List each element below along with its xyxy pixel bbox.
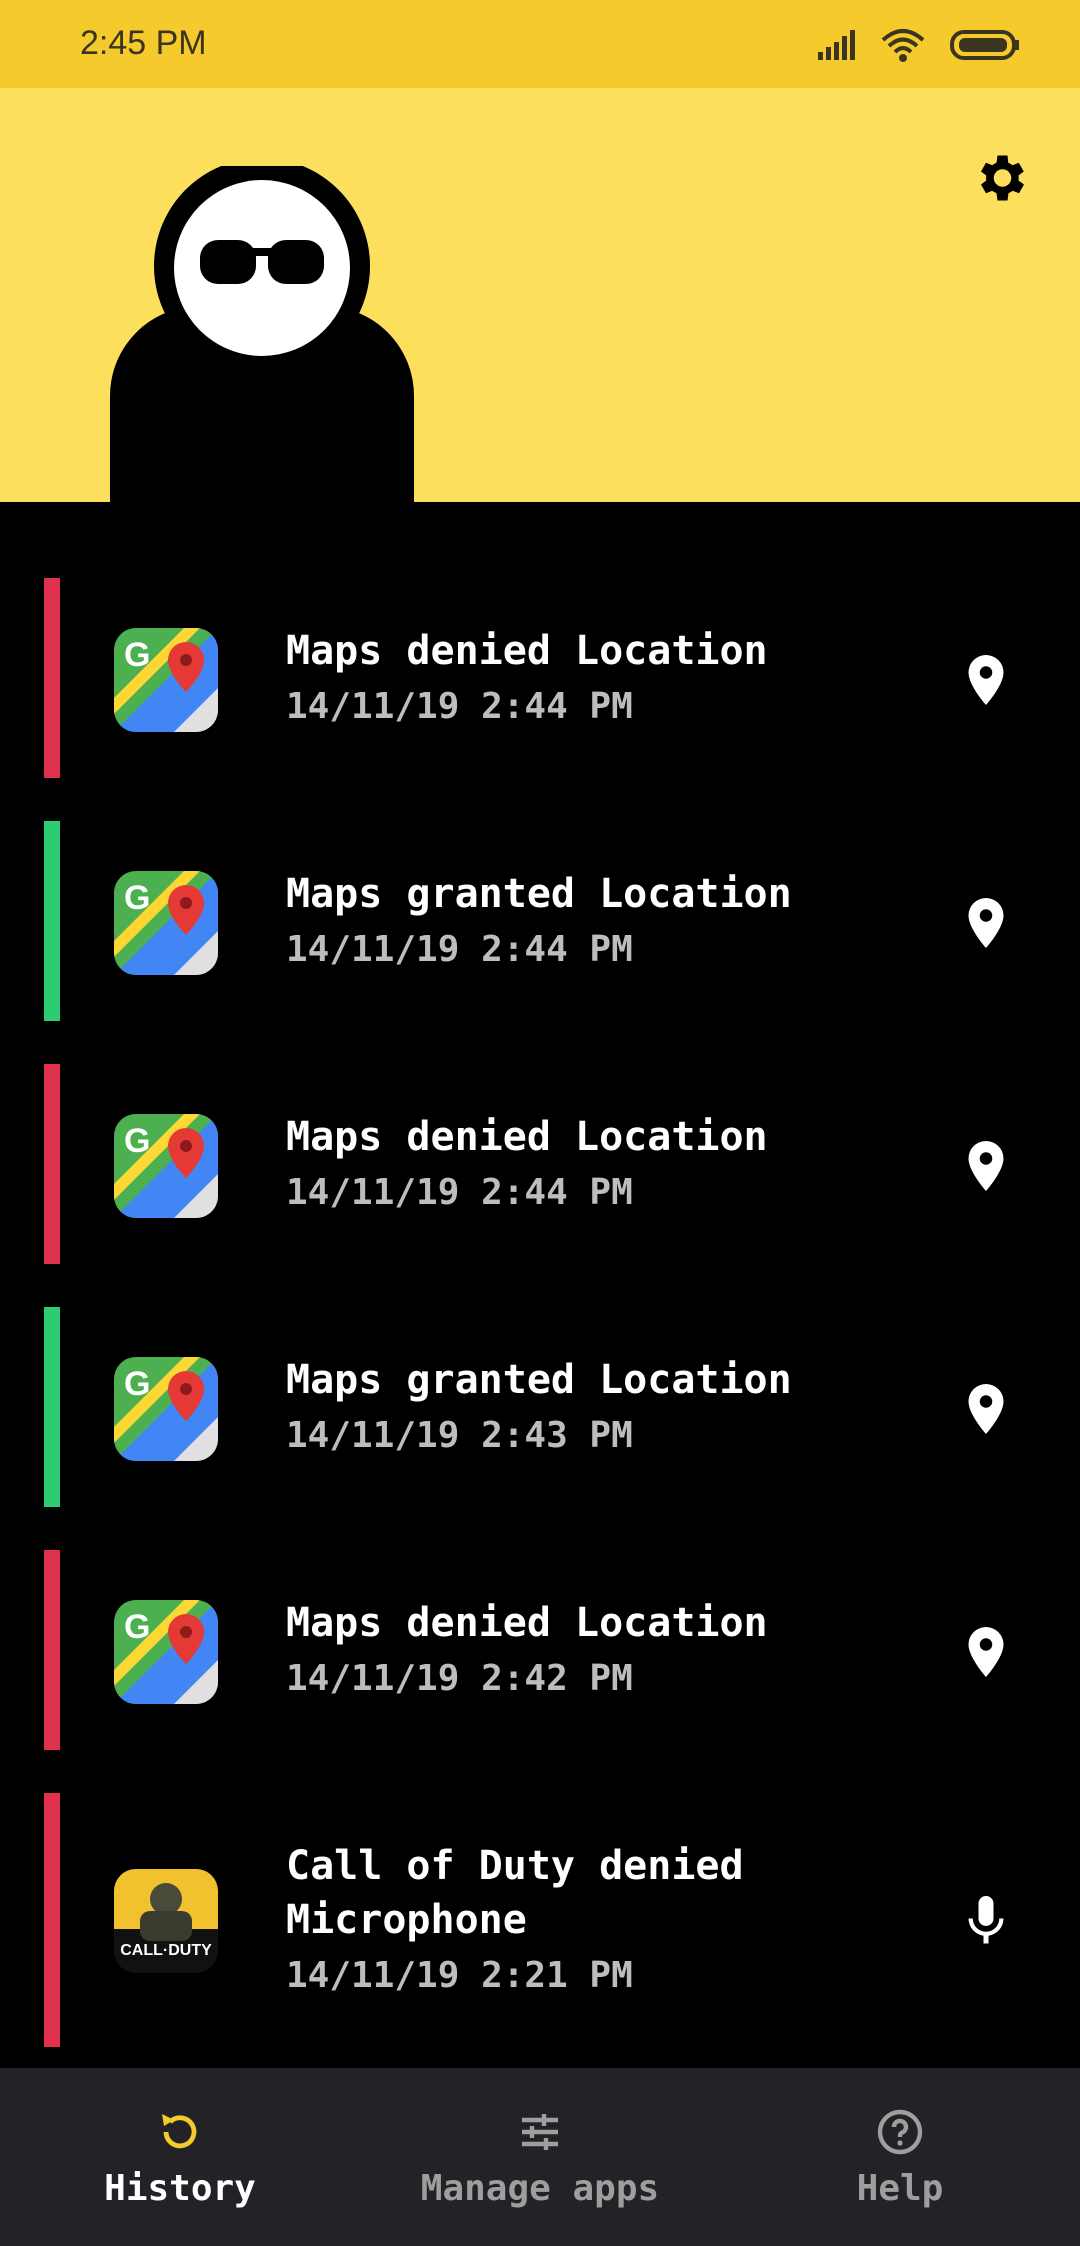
history-item[interactable]: G Maps denied Location 14/11/19 2:44 PM	[0, 578, 1080, 778]
history-item-date: 14/11/19 2:43 PM	[286, 1415, 633, 1456]
sliders-icon	[522, 2114, 558, 2150]
google-maps-icon: G	[114, 1600, 218, 1704]
battery-icon	[950, 30, 1019, 60]
google-maps-icon: G	[114, 871, 218, 975]
history-item-title: Call of Duty denied Microphone	[286, 1843, 744, 1943]
denied-indicator	[44, 1793, 60, 2047]
history-item-title: Maps denied Location	[286, 1114, 768, 1160]
nav-history[interactable]: History	[0, 2068, 360, 2246]
nav-manage-apps[interactable]: Manage apps	[360, 2068, 720, 2246]
nav-history-label: History	[104, 2168, 256, 2209]
history-item-date: 14/11/19 2:44 PM	[286, 1172, 633, 1213]
location-pin-icon	[968, 1141, 1004, 1191]
svg-text:G: G	[124, 636, 150, 674]
history-item[interactable]: G Maps denied Location 14/11/19 2:42 PM	[0, 1550, 1080, 1750]
history-item-date: 14/11/19 2:44 PM	[286, 686, 633, 727]
svg-text:G: G	[124, 1608, 150, 1646]
granted-indicator	[44, 1307, 60, 1507]
help-icon	[877, 2109, 923, 2155]
google-maps-icon: G	[114, 628, 218, 732]
svg-text:G: G	[124, 879, 150, 917]
history-item-date: 14/11/19 2:21 PM	[286, 1955, 633, 1996]
microphone-icon	[968, 1896, 1004, 1944]
denied-indicator	[44, 578, 60, 778]
denied-indicator	[44, 1064, 60, 1264]
location-pin-icon	[968, 1384, 1004, 1434]
history-item[interactable]: CALL·DUTY Call of Duty denied Microphone…	[0, 1793, 1080, 2047]
incognito-avatar	[110, 166, 414, 502]
history-item-title: Maps granted Location	[286, 871, 792, 917]
denied-indicator	[44, 1550, 60, 1750]
svg-text:CALL·DUTY: CALL·DUTY	[120, 1942, 212, 1959]
history-item-title: Maps denied Location	[286, 628, 768, 674]
location-pin-icon	[968, 898, 1004, 948]
status-bar: 2:45 PM	[0, 0, 1080, 88]
google-maps-icon: G	[114, 1357, 218, 1461]
svg-text:G: G	[124, 1122, 150, 1160]
location-pin-icon	[968, 1627, 1004, 1677]
call-of-duty-icon: CALL·DUTY	[114, 1869, 218, 1973]
granted-indicator	[44, 821, 60, 1021]
history-icon	[162, 2114, 197, 2149]
history-item[interactable]: G Maps granted Location 14/11/19 2:43 PM	[0, 1307, 1080, 1507]
gear-icon[interactable]	[970, 148, 1030, 208]
nav-help[interactable]: Help	[720, 2068, 1080, 2246]
location-pin-icon	[968, 655, 1004, 705]
google-maps-icon: G	[114, 1114, 218, 1218]
header-banner	[0, 88, 1080, 502]
history-item[interactable]: G Maps granted Location 14/11/19 2:44 PM	[0, 821, 1080, 1021]
status-time: 2:45 PM	[80, 24, 207, 62]
nav-help-label: Help	[856, 2168, 944, 2209]
history-list: G Maps denied Location 14/11/19 2:44 PM …	[0, 502, 1080, 2068]
signal-icon	[818, 30, 855, 60]
bottom-navigation: History Manage apps Help	[0, 2068, 1080, 2246]
history-item-title: Maps denied Location	[286, 1600, 768, 1646]
wifi-icon	[881, 29, 925, 62]
history-item-date: 14/11/19 2:42 PM	[286, 1658, 633, 1699]
history-item[interactable]: G Maps denied Location 14/11/19 2:44 PM	[0, 1064, 1080, 1264]
history-item-date: 14/11/19 2:44 PM	[286, 929, 633, 970]
nav-manage-apps-label: Manage apps	[420, 2168, 660, 2209]
history-item-title: Maps granted Location	[286, 1357, 792, 1403]
svg-text:G: G	[124, 1365, 150, 1403]
